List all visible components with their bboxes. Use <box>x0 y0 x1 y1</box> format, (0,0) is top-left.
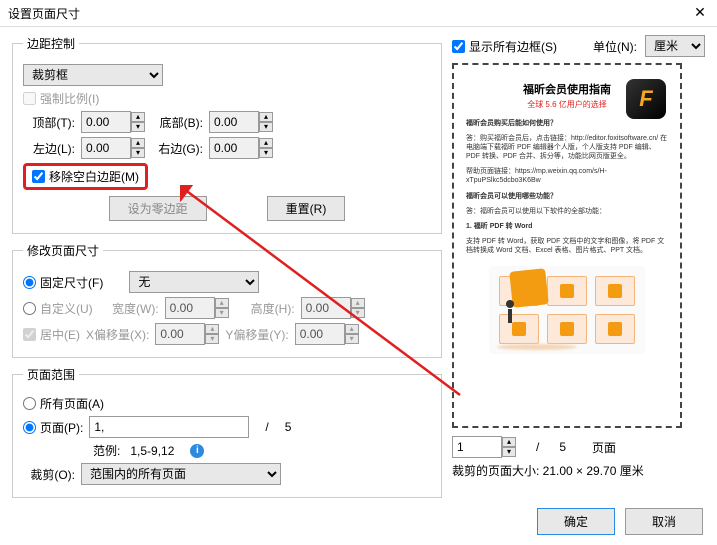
dialog-title: 设置页面尺寸 <box>8 5 691 22</box>
crop-size-label: 裁剪的页面大小: 21.00 × 29.70 厘米 <box>452 462 644 479</box>
remove-white-checkbox[interactable] <box>32 170 45 183</box>
page-size-group: 修改页面尺寸 固定尺寸(F) 无 自定义(U) 宽度(W): ▴▾ 高度(H):… <box>12 242 442 358</box>
width-input <box>165 297 215 319</box>
total-pages: 5 <box>285 420 292 434</box>
nav-page-input[interactable] <box>452 436 502 458</box>
unit-select[interactable]: 厘米 <box>645 35 705 57</box>
custom-size-radio[interactable] <box>23 302 36 315</box>
remove-white-highlight: 移除空白边距(M) <box>23 163 148 190</box>
info-icon[interactable]: i <box>190 444 204 458</box>
center-checkbox <box>23 328 36 341</box>
show-all-borders-checkbox[interactable] <box>452 40 465 53</box>
spin-down-icon[interactable]: ▾ <box>131 122 145 132</box>
xoffset-input <box>155 323 205 345</box>
pages-input[interactable] <box>89 416 249 438</box>
page-range-group: 页面范围 所有页面(A) 页面(P): / 5 范例: 1,5-9,12 i 裁… <box>12 366 442 498</box>
left-label: 左边(L): <box>23 140 75 157</box>
margin-control-group: 边距控制 裁剪框 强制比例(I) 顶部(T): ▴▾ 底部(B): ▴▾ 左边(… <box>12 35 442 234</box>
crop-scope-select[interactable]: 范围内的所有页面 <box>81 463 281 485</box>
page-preview: F 福昕会员使用指南 全球 5.6 亿用户的选择 福昕会员购买后能如何使用？ 答… <box>452 63 682 428</box>
yoffset-input <box>295 323 345 345</box>
close-icon[interactable]: ✕ <box>691 4 709 22</box>
margin-legend: 边距控制 <box>23 35 79 52</box>
bottom-input[interactable] <box>209 111 259 133</box>
constrain-label: 强制比例(I) <box>40 90 99 107</box>
all-pages-radio[interactable] <box>23 397 36 410</box>
spin-up-icon[interactable]: ▴ <box>131 112 145 122</box>
crop-type-select[interactable]: 裁剪框 <box>23 64 163 86</box>
ok-button[interactable]: 确定 <box>537 508 615 535</box>
pages-radio[interactable] <box>23 421 36 434</box>
zero-margin-button: 设为零边距 <box>109 196 207 221</box>
preview-thumbnails <box>489 266 645 354</box>
range-legend: 页面范围 <box>23 366 79 383</box>
top-input[interactable] <box>81 111 131 133</box>
logo-icon: F <box>626 79 666 119</box>
bottom-label: 底部(B): <box>151 114 203 131</box>
fixed-size-select[interactable]: 无 <box>129 271 259 293</box>
fixed-size-radio[interactable] <box>23 276 36 289</box>
left-input[interactable] <box>81 137 131 159</box>
constrain-checkbox <box>23 92 36 105</box>
right-label: 右边(G): <box>151 140 203 157</box>
cancel-button[interactable]: 取消 <box>625 508 703 535</box>
right-input[interactable] <box>209 137 259 159</box>
size-legend: 修改页面尺寸 <box>23 242 103 259</box>
remove-white-label: 移除空白边距(M) <box>49 168 139 185</box>
top-label: 顶部(T): <box>23 114 75 131</box>
reset-button[interactable]: 重置(R) <box>267 196 346 221</box>
height-input <box>301 297 351 319</box>
